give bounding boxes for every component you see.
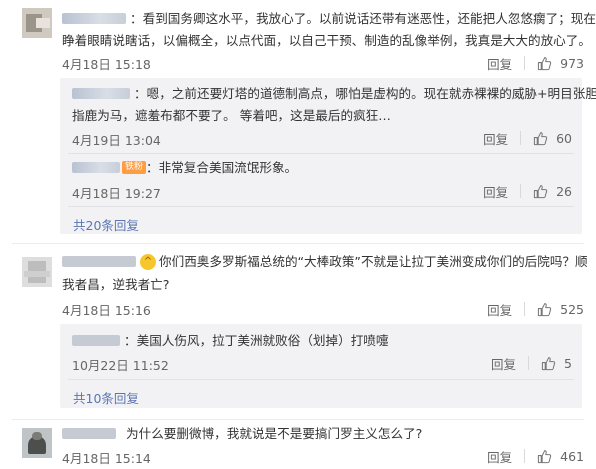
- more-replies-link[interactable]: 共10条回复: [73, 388, 139, 407]
- comment-date: 4月18日 15:14: [62, 451, 151, 466]
- like-button[interactable]: 5: [541, 356, 572, 371]
- thumbs-up-icon: [541, 356, 556, 370]
- comment-date: 4月18日 15:16: [62, 303, 151, 318]
- like-count: 525: [560, 301, 584, 317]
- reply-button[interactable]: 回复: [483, 182, 508, 201]
- reply-button[interactable]: 回复: [487, 54, 512, 73]
- reply-button[interactable]: 回复: [483, 129, 508, 148]
- reply-actions: 回复 5: [491, 353, 572, 373]
- divider: [68, 379, 574, 380]
- like-count: 5: [564, 355, 572, 371]
- more-replies-link[interactable]: 共20条回复: [73, 215, 139, 234]
- reply-date: 4月18日 19:27: [72, 186, 161, 201]
- cat-emoji-icon: ^: [140, 253, 156, 270]
- reply-box: ：美国人伤风，拉丁美洲就败俗（划掉）打喷嚏 10月22日 11:52 回复 5 …: [60, 324, 582, 408]
- reply-item: 铁粉 ：非常复合美国流氓形象。 4月18日 19:27 回复 26: [68, 155, 574, 203]
- comment-text: 为什么要删微博，我就说是不是要搞门罗主义怎么了?: [62, 423, 422, 444]
- comment-text-cont: 睁着眼睛说瞎话，以偏概全，以点代面，以自己干预、制造的乱像举例，我真是大大的放心…: [62, 33, 591, 48]
- reply-actions: 回复 26: [483, 181, 572, 201]
- comment-actions: 回复 973: [487, 53, 584, 73]
- divider: [68, 153, 574, 154]
- comment-date: 4月18日 15:18: [62, 57, 151, 72]
- reply-button[interactable]: 回复: [487, 447, 512, 466]
- like-count: 26: [556, 183, 572, 199]
- username[interactable]: [72, 162, 120, 173]
- reply-item: ：嗯，之前还要灯塔的道德制高点，哪怕是虚构的。现在就赤裸裸的威胁+明目张胆的 指…: [68, 78, 596, 150]
- reply-box: ：嗯，之前还要灯塔的道德制高点，哪怕是虚构的。现在就赤裸裸的威胁+明目张胆的 指…: [60, 78, 596, 234]
- username[interactable]: [62, 13, 126, 24]
- comment-item: ^ 你们西奥多罗斯福总统的“大棒政策”不就是让拉丁美洲变成你们的后院吗？顺 我者昌…: [0, 244, 596, 416]
- like-button[interactable]: 973: [537, 56, 584, 71]
- fan-badge: 铁粉: [122, 161, 147, 174]
- thumbs-up-icon: [538, 302, 552, 316]
- reply-button[interactable]: 回复: [487, 300, 512, 319]
- reply-text-cont: 指鹿为马，遮羞布都不要了。 等着吧，这是最后的疯狂…: [72, 108, 391, 123]
- thumbs-up-icon: [538, 449, 552, 463]
- divider: [520, 184, 522, 198]
- username[interactable]: [72, 88, 130, 99]
- reply-date: 10月22日 11:52: [72, 358, 169, 373]
- username[interactable]: [72, 335, 120, 346]
- like-button[interactable]: 26: [533, 184, 572, 199]
- thumbs-up-icon: [538, 56, 552, 70]
- comment-actions: 回复 461: [487, 446, 584, 466]
- comment-text: ^ 你们西奥多罗斯福总统的“大棒政策”不就是让拉丁美洲变成你们的后院吗？顺: [62, 251, 588, 272]
- avatar[interactable]: [22, 428, 52, 458]
- username[interactable]: [62, 256, 136, 267]
- divider: [68, 206, 574, 207]
- reply-text: ：嗯，之前还要灯塔的道德制高点，哪怕是虚构的。现在就赤裸裸的威胁+明目张胆的: [72, 83, 596, 104]
- comment-text: ：看到国务卿这水平，我放心了。以前说话还带有迷恶性，还能把人忽悠瘸了；现在直接: [62, 8, 596, 29]
- comment-text-cont: 我者昌，逆我者亡?: [62, 277, 170, 292]
- like-count: 60: [556, 130, 572, 146]
- reply-button[interactable]: 回复: [491, 354, 516, 373]
- like-button[interactable]: 60: [533, 131, 572, 146]
- thumbs-up-icon: [533, 184, 548, 198]
- like-count: 461: [560, 448, 584, 464]
- like-button[interactable]: 525: [537, 302, 584, 317]
- reply-item: ：美国人伤风，拉丁美洲就败俗（划掉）打喷嚏 10月22日 11:52 回复 5: [68, 324, 574, 373]
- divider: [524, 302, 526, 316]
- like-button[interactable]: 461: [537, 449, 584, 464]
- reply-actions: 回复 60: [483, 128, 572, 148]
- divider: [524, 56, 526, 70]
- divider: [528, 356, 530, 370]
- avatar[interactable]: [22, 257, 52, 287]
- username[interactable]: [62, 428, 116, 439]
- reply-date: 4月19日 13:04: [72, 133, 161, 148]
- comment-item: 为什么要删微博，我就说是不是要搞门罗主义怎么了? 4月18日 15:14 回复 …: [0, 420, 596, 469]
- reply-text: ：美国人伤风，拉丁美洲就败俗（划掉）打喷嚏: [72, 330, 388, 351]
- thumbs-up-icon: [533, 131, 548, 145]
- avatar[interactable]: [22, 8, 52, 38]
- divider: [524, 449, 526, 463]
- divider: [520, 131, 522, 145]
- reply-text: 铁粉 ：非常复合美国流氓形象。: [72, 157, 297, 178]
- comment-item: ：看到国务卿这水平，我放心了。以前说话还带有迷恶性，还能把人忽悠瘸了；现在直接 …: [0, 0, 596, 235]
- like-count: 973: [560, 55, 584, 71]
- comment-actions: 回复 525: [487, 299, 584, 319]
